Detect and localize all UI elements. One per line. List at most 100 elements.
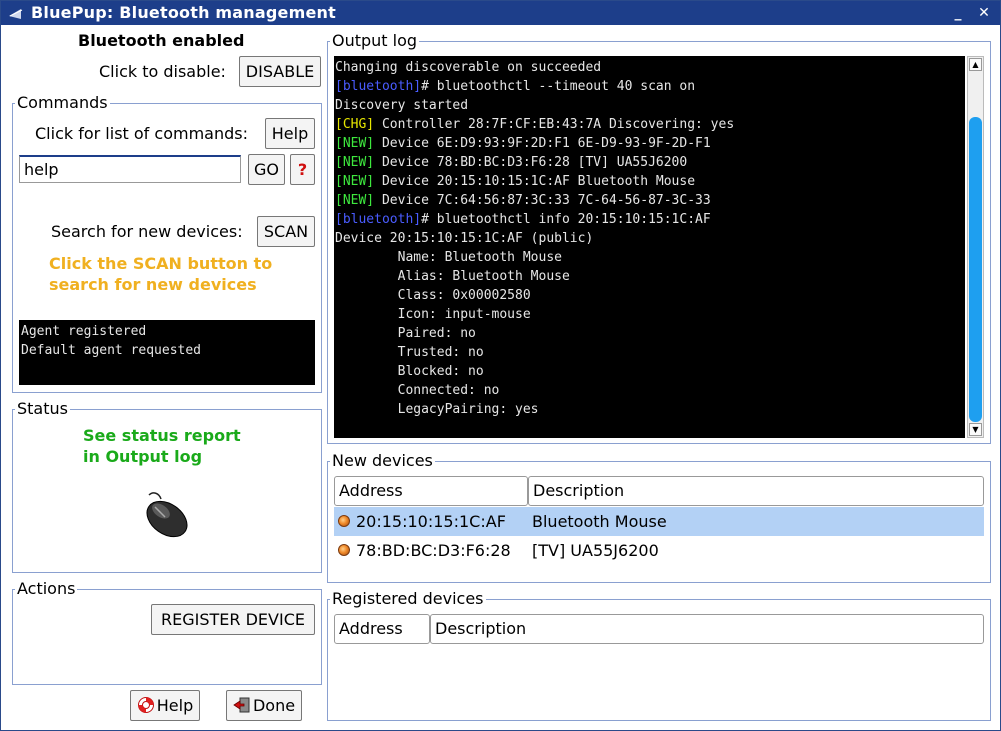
device-status-icon	[338, 515, 350, 527]
output-log-prefix: [NEW]	[335, 193, 375, 208]
command-input[interactable]	[19, 155, 241, 183]
exit-icon	[233, 697, 250, 713]
output-log-text: Device 6E:D9:93:9F:2D:F1 6E-D9-93-9F-2D-…	[374, 136, 711, 151]
device-description: [TV] UA55J6200	[532, 541, 659, 560]
output-log-prefix: [NEW]	[335, 155, 375, 170]
scan-hint-line: Click the SCAN button to	[49, 254, 273, 273]
output-log-line: Connected: no	[335, 381, 965, 400]
agent-log-line: Agent registered	[21, 324, 147, 339]
scrollbar-thumb[interactable]	[969, 117, 982, 422]
output-log-text: Device 20:15:10:15:1C:AF Bluetooth Mouse	[374, 174, 696, 189]
output-log-text: Trusted: no	[335, 345, 484, 360]
actions-legend: Actions	[15, 579, 78, 598]
registered-description-header[interactable]: Description	[430, 614, 984, 644]
window-title: BluePup: Bluetooth management	[31, 3, 336, 22]
command-list-prompt: Click for list of commands:	[35, 124, 248, 143]
output-log-line: Alias: Bluetooth Mouse	[335, 267, 965, 286]
output-log-text: Paired: no	[335, 326, 476, 341]
output-log-line: LegacyPairing: yes	[335, 400, 965, 419]
output-log-line: [CHG] Controller 28:7F:CF:EB:43:7A Disco…	[335, 115, 965, 134]
status-message-line: See status report	[83, 426, 241, 445]
output-log-line: Changing discoverable on succeeded	[335, 58, 965, 77]
output-log-text: Connected: no	[335, 383, 500, 398]
status-message: See status report in Output log	[83, 425, 241, 467]
table-row[interactable]: 20:15:10:15:1C:AF Bluetooth Mouse	[334, 507, 984, 536]
scan-hint-line: search for new devices	[49, 275, 257, 294]
question-icon: ?	[297, 160, 308, 179]
output-log-text: Device 78:BD:BC:D3:F6:28 [TV] UA55J6200	[374, 155, 688, 170]
output-log-text: # bluetoothctl --timeout 40 scan on	[421, 79, 696, 94]
output-log-text: # bluetoothctl info 20:15:10:15:1C:AF	[421, 212, 711, 227]
scan-prompt: Search for new devices:	[51, 222, 243, 241]
commands-help-button[interactable]: Help	[265, 118, 315, 149]
disable-button[interactable]: DISABLE	[239, 56, 321, 87]
register-device-button[interactable]: REGISTER DEVICE	[151, 604, 315, 635]
output-log-text: Changing discoverable on succeeded	[335, 60, 602, 75]
output-log-line: Discovery started	[335, 96, 965, 115]
output-log-line: Paired: no	[335, 324, 965, 343]
close-icon[interactable]: ✕	[975, 4, 993, 22]
output-log-text: Alias: Bluetooth Mouse	[335, 269, 570, 284]
minimize-icon[interactable]: _	[949, 4, 967, 22]
app-icon	[9, 9, 23, 19]
agent-log: Agent registered Default agent requested	[19, 320, 315, 385]
disable-prompt: Click to disable:	[99, 62, 226, 81]
output-log-text: Device 7C:64:56:87:3C:33 7C-64-56-87-3C-…	[374, 193, 711, 208]
bluetooth-status-label: Bluetooth enabled	[78, 31, 245, 50]
output-log-line: Blocked: no	[335, 362, 965, 381]
output-log-line: [bluetooth]# bluetoothctl info 20:15:10:…	[335, 210, 965, 229]
device-description: Bluetooth Mouse	[532, 512, 667, 531]
scroll-down-icon[interactable]: ▼	[969, 423, 982, 436]
registered-address-header[interactable]: Address	[334, 614, 430, 644]
footer-help-button[interactable]: Help	[130, 690, 200, 721]
new-devices-address-header[interactable]: Address	[334, 476, 528, 506]
question-button[interactable]: ?	[290, 154, 315, 185]
output-log-terminal[interactable]: Changing discoverable on succeeded [bluet…	[334, 56, 965, 438]
status-legend: Status	[15, 399, 70, 418]
output-log-prefix: [bluetooth]	[335, 79, 422, 94]
output-log-text: Icon: input-mouse	[335, 307, 531, 322]
done-label: Done	[252, 696, 296, 715]
done-button[interactable]: Done	[226, 690, 302, 721]
title-bar[interactable]: BluePup: Bluetooth management _ ✕	[1, 1, 1000, 25]
new-devices-legend: New devices	[330, 451, 435, 470]
status-message-line: in Output log	[83, 447, 203, 466]
output-log-line: [NEW] Device 78:BD:BC:D3:F6:28 [TV] UA55…	[335, 153, 965, 172]
output-log-line: [NEW] Device 7C:64:56:87:3C:33 7C-64-56-…	[335, 191, 965, 210]
output-log-line: Icon: input-mouse	[335, 305, 965, 324]
device-status-icon	[338, 544, 350, 556]
output-log-line: Name: Bluetooth Mouse	[335, 248, 965, 267]
new-devices-description-header[interactable]: Description	[528, 476, 984, 506]
output-log-text: Controller 28:7F:CF:EB:43:7A Discovering…	[374, 117, 735, 132]
output-log-line: [NEW] Device 6E:D9:93:9F:2D:F1 6E-D9-93-…	[335, 134, 965, 153]
output-log-scrollbar[interactable]: ▲ ▼	[967, 56, 984, 438]
output-log-prefix: [CHG]	[335, 117, 375, 132]
output-log-line: Trusted: no	[335, 343, 965, 362]
agent-log-line: Default agent requested	[21, 343, 202, 358]
commands-legend: Commands	[15, 93, 110, 112]
output-log-text: LegacyPairing: yes	[335, 402, 539, 417]
main-window: BluePup: Bluetooth management _ ✕ Blueto…	[0, 0, 1001, 731]
registered-devices-legend: Registered devices	[330, 589, 486, 608]
device-address: 20:15:10:15:1C:AF	[356, 512, 506, 531]
device-address: 78:BD:BC:D3:F6:28	[356, 541, 511, 560]
footer-help-label: Help	[156, 696, 194, 715]
table-row[interactable]: 78:BD:BC:D3:F6:28 [TV] UA55J6200	[334, 536, 984, 565]
lifebuoy-icon	[137, 697, 154, 713]
output-log-line: Device 20:15:10:15:1C:AF (public)	[335, 229, 965, 248]
scroll-up-icon[interactable]: ▲	[969, 58, 982, 71]
output-log-prefix: [bluetooth]	[335, 212, 422, 227]
output-log-prefix: [NEW]	[335, 174, 375, 189]
output-log-text: Class: 0x00002580	[335, 288, 531, 303]
mouse-icon	[146, 492, 188, 538]
output-log-line: [NEW] Device 20:15:10:15:1C:AF Bluetooth…	[335, 172, 965, 191]
output-log-prefix: [NEW]	[335, 136, 375, 151]
output-log-text: Discovery started	[335, 98, 469, 113]
output-log-text: Device 20:15:10:15:1C:AF (public)	[335, 231, 594, 246]
scan-button[interactable]: SCAN	[257, 216, 315, 247]
output-log-line: [bluetooth]# bluetoothctl --timeout 40 s…	[335, 77, 965, 96]
output-log-legend: Output log	[330, 31, 420, 50]
go-button[interactable]: GO	[248, 154, 285, 185]
output-log-text: Name: Bluetooth Mouse	[335, 250, 562, 265]
output-log-line: Class: 0x00002580	[335, 286, 965, 305]
